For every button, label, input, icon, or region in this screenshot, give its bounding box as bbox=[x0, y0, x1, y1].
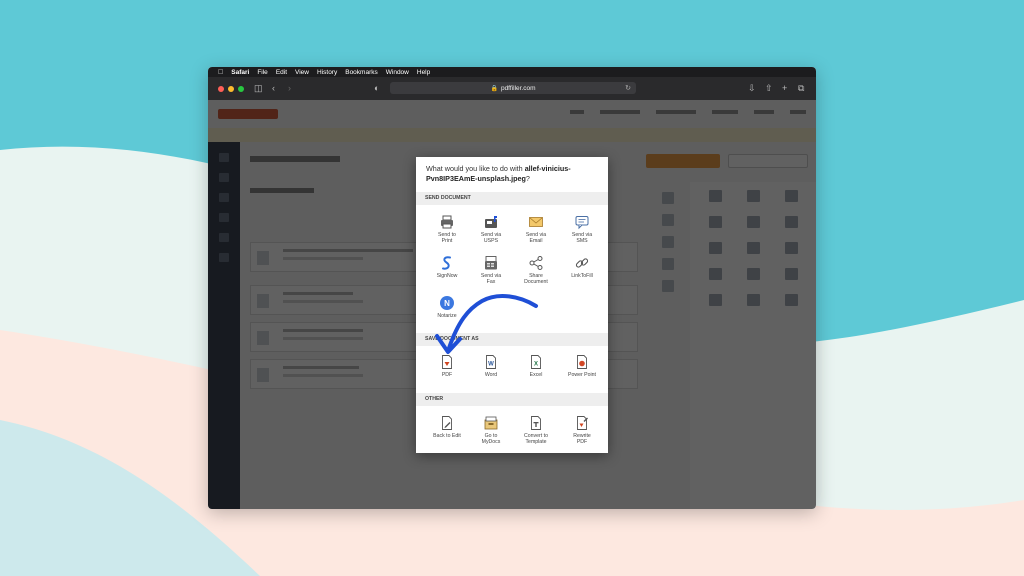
linktofill-label: LinkToFill bbox=[571, 273, 593, 279]
send-via-usps-label: Send via USPS bbox=[480, 232, 502, 245]
menu-edit[interactable]: Edit bbox=[276, 69, 287, 76]
send-via-email-label: Send via Email bbox=[525, 232, 547, 245]
close-window-button[interactable] bbox=[218, 85, 224, 92]
go-to-mydocs-label: Go to MyDocs bbox=[481, 433, 501, 446]
back-to-edit-label: Back to Edit bbox=[433, 433, 461, 439]
pdf-file-icon bbox=[442, 355, 452, 369]
send-via-sms-button[interactable]: Send via SMS bbox=[559, 214, 605, 244]
convert-to-template-label: Convert to Template bbox=[524, 433, 548, 446]
send-via-fax-label: Send via Fax bbox=[480, 273, 502, 286]
fax-icon bbox=[485, 256, 497, 270]
back-icon[interactable]: ‹ bbox=[272, 83, 275, 93]
save-as-pdf-label: PDF bbox=[441, 372, 453, 378]
save-as-power-point-label: Power Point bbox=[568, 372, 596, 378]
menu-file[interactable]: File bbox=[257, 69, 267, 76]
minimize-window-button[interactable] bbox=[228, 85, 234, 92]
back-to-edit-button[interactable]: Back to Edit bbox=[424, 415, 470, 439]
save-as-pdf-button[interactable]: PDF bbox=[424, 354, 470, 378]
send-via-email-button[interactable]: Send via Email bbox=[513, 214, 559, 244]
mydocs-box-icon bbox=[484, 416, 498, 430]
section-other: OTHER bbox=[416, 393, 608, 406]
save-as-excel-label: Excel bbox=[529, 372, 543, 378]
save-as-power-point-button[interactable]: Power Point bbox=[559, 354, 605, 378]
tab-overview-icon[interactable]: ⧉ bbox=[798, 83, 804, 94]
svg-text:N: N bbox=[444, 299, 450, 308]
menu-view[interactable]: View bbox=[295, 69, 309, 76]
word-file-icon: W bbox=[486, 355, 496, 369]
sidebar-icon[interactable]: ◫ bbox=[254, 83, 263, 94]
modal-question: What would you like to do with allef-vin… bbox=[426, 164, 571, 183]
link-icon bbox=[575, 258, 589, 268]
menu-bookmarks[interactable]: Bookmarks bbox=[345, 69, 378, 76]
send-to-print-label: Send to Print bbox=[438, 232, 456, 245]
go-to-mydocs-button[interactable]: Go to MyDocs bbox=[468, 415, 514, 445]
template-icon bbox=[531, 416, 541, 430]
share-document-button[interactable]: Share Document bbox=[513, 255, 559, 285]
notarize-icon: N bbox=[440, 296, 454, 310]
excel-file-icon: X bbox=[531, 355, 541, 369]
save-as-excel-button[interactable]: X Excel bbox=[513, 354, 559, 378]
signnow-label: SignNow bbox=[436, 273, 458, 279]
section-send-document: SEND DOCUMENT bbox=[416, 192, 608, 205]
section-save-document-as: SAVE DOCUMENT AS bbox=[416, 333, 608, 346]
rewrite-pdf-button[interactable]: Rewrite PDF bbox=[559, 415, 605, 445]
menu-help[interactable]: Help bbox=[417, 69, 430, 76]
signnow-button[interactable]: SignNow bbox=[424, 255, 470, 279]
linktofill-button[interactable]: LinkToFill bbox=[559, 255, 605, 279]
browser-toolbar: ◫ ‹ › ◐ 🔒 pdffiller.com ↻ ⇩ ⇧ + ⧉ bbox=[208, 77, 816, 100]
chat-bubble-icon bbox=[575, 216, 589, 230]
envelope-icon bbox=[529, 217, 543, 227]
signnow-icon bbox=[442, 256, 451, 270]
mac-menubar:  Safari File Edit View History Bookmark… bbox=[208, 67, 816, 77]
powerpoint-file-icon bbox=[577, 355, 587, 369]
mailbox-icon bbox=[485, 216, 497, 228]
save-as-word-button[interactable]: W Word bbox=[468, 354, 514, 378]
lock-icon: 🔒 bbox=[490, 85, 498, 92]
send-via-fax-button[interactable]: Send via Fax bbox=[468, 255, 514, 285]
reload-icon[interactable]: ↻ bbox=[625, 84, 631, 92]
back-edit-icon bbox=[442, 416, 452, 430]
download-icon[interactable]: ⇩ bbox=[748, 83, 756, 94]
apple-icon[interactable]:  bbox=[218, 69, 223, 76]
send-via-sms-label: Send via SMS bbox=[571, 232, 593, 245]
save-as-word-label: Word bbox=[484, 372, 498, 378]
document-action-modal: What would you like to do with allef-vin… bbox=[416, 157, 608, 453]
zoom-window-button[interactable] bbox=[238, 85, 244, 92]
svg-text:W: W bbox=[488, 362, 494, 368]
share-icon bbox=[529, 256, 543, 270]
address-bar-url: pdffiller.com bbox=[500, 84, 536, 92]
menu-app-name[interactable]: Safari bbox=[231, 69, 249, 76]
menu-history[interactable]: History bbox=[317, 69, 337, 76]
convert-to-template-button[interactable]: Convert to Template bbox=[513, 415, 559, 445]
rewrite-pdf-icon bbox=[577, 416, 588, 430]
send-via-usps-button[interactable]: Send via USPS bbox=[468, 214, 514, 244]
share-toolbar-icon[interactable]: ⇧ bbox=[765, 83, 773, 94]
new-tab-icon[interactable]: + bbox=[782, 83, 787, 93]
address-bar[interactable]: 🔒 pdffiller.com ↻ bbox=[390, 82, 636, 94]
share-document-label: Share Document bbox=[524, 273, 548, 286]
menu-window[interactable]: Window bbox=[386, 69, 409, 76]
printer-icon bbox=[441, 215, 453, 229]
rewrite-pdf-label: Rewrite PDF bbox=[573, 433, 591, 446]
send-to-print-button[interactable]: Send to Print bbox=[424, 214, 470, 244]
notarize-label: Notarize bbox=[437, 313, 457, 319]
privacy-shield-icon[interactable]: ◐ bbox=[374, 83, 379, 93]
forward-icon[interactable]: › bbox=[288, 83, 291, 93]
notarize-button[interactable]: N Notarize bbox=[424, 295, 470, 319]
svg-text:X: X bbox=[534, 362, 538, 368]
